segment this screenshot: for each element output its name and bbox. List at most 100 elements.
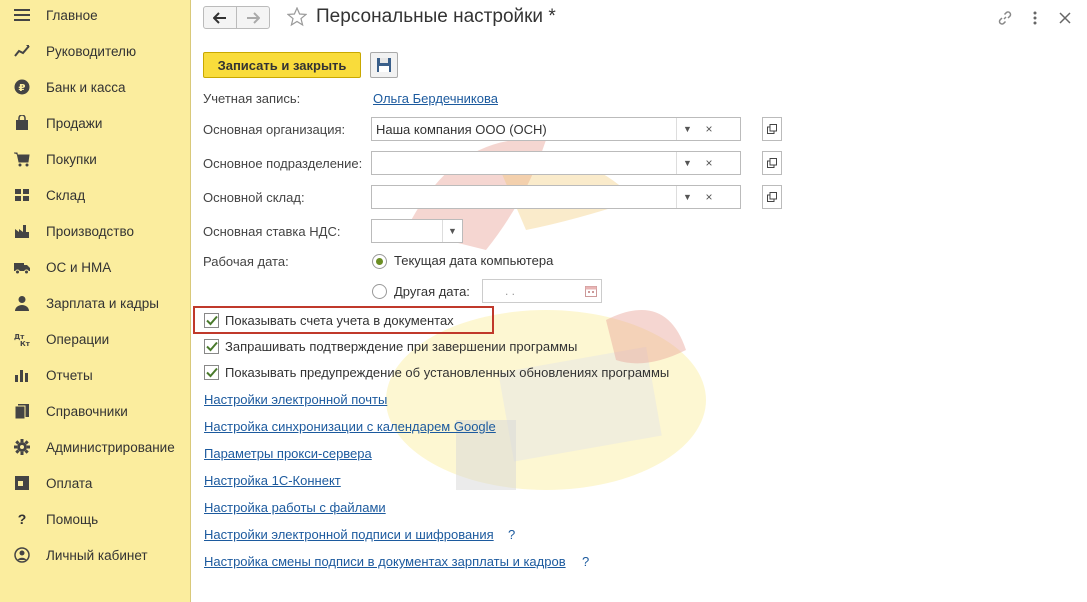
link-proxy[interactable]: Параметры прокси-сервера (204, 446, 372, 461)
person-icon (14, 295, 30, 311)
checkmark-icon (205, 341, 218, 352)
sidebar-item-main[interactable]: Главное (0, 0, 190, 30)
link-email-settings[interactable]: Настройки электронной почты (204, 392, 387, 407)
sidebar-item-label: Операции (46, 331, 110, 347)
org-field[interactable]: Наша компания ООО (ОСН) ▼ × (371, 117, 741, 141)
sidebar-item-label: Справочники (46, 403, 128, 419)
sidebar-item-admin[interactable]: Администрирование (0, 432, 190, 462)
chevron-down-icon[interactable]: ▼ (676, 152, 698, 174)
sidebar-item-production[interactable]: Производство (0, 216, 190, 246)
checkbox-confirm-exit[interactable] (204, 339, 219, 354)
sidebar-item-operations[interactable]: Дт Кт Операции (0, 324, 190, 354)
checkmark-icon (205, 367, 218, 378)
radio-other-date-label: Другая дата: (394, 284, 470, 299)
sidebar-item-label: Главное (46, 7, 98, 23)
calendar-icon[interactable] (583, 283, 599, 299)
checkbox-update-warning[interactable] (204, 365, 219, 380)
menu-icon (14, 7, 30, 23)
account-label: Учетная запись: (203, 91, 301, 106)
open-window-icon (767, 192, 777, 202)
dept-label: Основное подразделение: (203, 156, 363, 171)
bar-chart-icon (14, 367, 30, 383)
sidebar-item-payment[interactable]: Оплата (0, 468, 190, 498)
sidebar-item-cabinet[interactable]: Личный кабинет (0, 540, 190, 570)
checkbox-update-warning-label: Показывать предупреждение об установленн… (225, 365, 670, 380)
svg-text:₽: ₽ (19, 83, 26, 94)
sidebar-item-help[interactable]: ? Помощь (0, 504, 190, 534)
save-and-close-button[interactable]: Записать и закрыть (203, 52, 361, 78)
main-panel: Персональные настройки * Записать и закр… (191, 0, 1087, 602)
org-value: Наша компания ООО (ОСН) (376, 122, 547, 137)
chevron-down-icon[interactable]: ▼ (676, 118, 698, 140)
arrow-left-icon (213, 11, 226, 24)
radio-other-date[interactable] (372, 284, 387, 299)
page-title: Персональные настройки * (316, 6, 556, 27)
user-circle-icon (14, 547, 30, 563)
floppy-disk-icon (377, 58, 391, 72)
warehouse-field[interactable]: ▼ × (371, 185, 741, 209)
help-question-icon[interactable]: ? (582, 554, 589, 569)
workdate-label: Рабочая дата: (203, 254, 289, 269)
account-link[interactable]: Ольга Бердечникова (373, 91, 498, 106)
dept-field[interactable]: ▼ × (371, 151, 741, 175)
sidebar-item-label: ОС и НМА (46, 259, 112, 275)
checkbox-show-accounts-label: Показывать счета учета в документах (225, 313, 454, 328)
chevron-down-icon[interactable]: ▼ (676, 186, 698, 208)
save-button[interactable] (370, 52, 398, 78)
forward-button[interactable] (236, 6, 270, 29)
more-icon[interactable] (1026, 9, 1044, 27)
sidebar-item-label: Зарплата и кадры (46, 295, 159, 311)
back-button[interactable] (203, 6, 237, 29)
link-google-calendar[interactable]: Настройка синхронизации с календарем Goo… (204, 419, 496, 434)
sidebar-item-label: Личный кабинет (46, 547, 148, 563)
link-files[interactable]: Настройка работы с файлами (204, 500, 386, 515)
clear-icon[interactable]: × (698, 186, 720, 208)
sidebar-item-bank[interactable]: ₽ Банк и касса (0, 72, 190, 102)
arrow-right-icon (247, 11, 260, 24)
sidebar-item-label: Продажи (46, 115, 103, 131)
sidebar-item-sales[interactable]: Продажи (0, 108, 190, 138)
radio-current-date-label: Текущая дата компьютера (394, 253, 554, 268)
org-label: Основная организация: (203, 122, 346, 137)
sidebar-item-manager[interactable]: Руководителю (0, 36, 190, 66)
sidebar-item-catalogs[interactable]: Справочники (0, 396, 190, 426)
link-icon[interactable] (996, 9, 1014, 27)
open-window-icon (767, 124, 777, 134)
book-icon (14, 403, 30, 419)
other-date-input[interactable]: . . (482, 279, 602, 303)
vat-select[interactable]: ▼ (371, 219, 463, 243)
sidebar-item-label: Банк и касса (46, 79, 126, 95)
clear-icon[interactable]: × (698, 152, 720, 174)
clear-icon[interactable]: × (698, 118, 720, 140)
vat-label: Основная ставка НДС: (203, 224, 341, 239)
checkbox-confirm-exit-label: Запрашивать подтверждение при завершении… (225, 339, 578, 354)
org-open-button[interactable] (762, 117, 782, 141)
sidebar-item-reports[interactable]: Отчеты (0, 360, 190, 390)
svg-text:Кт: Кт (20, 340, 30, 347)
link-signature-change[interactable]: Настройка смены подписи в документах зар… (204, 554, 566, 569)
favorite-star-icon[interactable] (287, 7, 307, 27)
radio-current-date[interactable] (372, 254, 387, 269)
question-icon: ? (17, 511, 27, 527)
sidebar-item-label: Покупки (46, 151, 97, 167)
sidebar-item-label: Руководителю (46, 43, 137, 59)
sidebar: Главное Руководителю ₽ Банк и касса Прод… (0, 0, 191, 602)
open-window-icon (767, 158, 777, 168)
link-1c-connect[interactable]: Настройка 1С-Коннект (204, 473, 341, 488)
warehouse-open-button[interactable] (762, 185, 782, 209)
sidebar-item-purchases[interactable]: Покупки (0, 144, 190, 174)
link-digital-signature[interactable]: Настройки электронной подписи и шифрован… (204, 527, 494, 542)
ruble-icon: ₽ (14, 79, 30, 95)
cart-icon (14, 151, 30, 167)
checkmark-icon (205, 315, 218, 326)
chevron-down-icon[interactable]: ▼ (442, 220, 462, 242)
checkbox-show-accounts[interactable] (204, 313, 219, 328)
close-icon[interactable] (1056, 9, 1074, 27)
sidebar-item-salary[interactable]: Зарплата и кадры (0, 288, 190, 318)
sidebar-item-assets[interactable]: ОС и НМА (0, 252, 190, 282)
dept-open-button[interactable] (762, 151, 782, 175)
help-question-icon[interactable]: ? (508, 527, 515, 542)
sidebar-item-label: Помощь (46, 511, 99, 527)
sidebar-item-warehouse[interactable]: Склад (0, 180, 190, 210)
warehouse-icon (14, 187, 30, 203)
